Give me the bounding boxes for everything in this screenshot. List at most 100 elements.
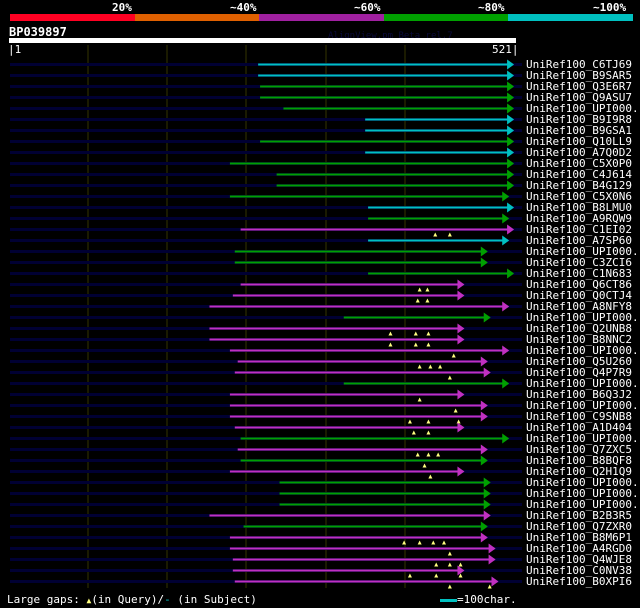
hit-label[interactable]: UniRef100_A9RQW9 <box>526 213 632 224</box>
hit-arrow <box>488 543 496 554</box>
hit-label[interactable]: UniRef100_B9GSA1 <box>526 125 632 136</box>
hit-arrow <box>491 576 499 587</box>
query-gap-marker <box>447 562 452 567</box>
hit-label[interactable]: UniRef100_UPI000.. <box>526 477 640 488</box>
hit-label[interactable]: UniRef100_UPI000.. <box>526 345 640 356</box>
hit-label[interactable]: UniRef100_C9SNB8 <box>526 411 632 422</box>
hit-label[interactable]: UniRef100_UPI000.. <box>526 433 640 444</box>
hit-label[interactable]: UniRef100_Q10LL9 <box>526 136 632 147</box>
hit-arrow <box>483 510 491 521</box>
hit-label[interactable]: UniRef100_Q4P7R9 <box>526 367 632 378</box>
hit-label[interactable]: UniRef100_Q4WJE8 <box>526 554 632 565</box>
hit-label[interactable]: UniRef100_B8NNC2 <box>526 334 632 345</box>
hit-arrow <box>507 268 515 279</box>
hit-arrow <box>457 565 465 576</box>
hit-label[interactable]: UniRef100_A4RGD0 <box>526 543 632 554</box>
hit-arrow <box>480 521 488 532</box>
gap-legend-query: (in Query)/ <box>91 593 165 606</box>
hit-label[interactable]: UniRef100_C3ZCI6 <box>526 257 632 268</box>
hit-arrow <box>502 345 510 356</box>
query-gap-marker <box>388 342 393 347</box>
hit-label[interactable]: UniRef100_C4J614 <box>526 169 632 180</box>
hit-label[interactable]: UniRef100_UPI000.. <box>526 246 640 257</box>
hit-label[interactable]: UniRef100_UPI000.. <box>526 378 640 389</box>
hit-label[interactable]: UniRef100_UPI000.. <box>526 103 640 114</box>
query-gap-marker <box>453 408 458 413</box>
hit-label[interactable]: UniRef100_C1EI02 <box>526 224 632 235</box>
hit-arrow <box>480 400 488 411</box>
hit-label[interactable]: UniRef100_C1N683 <box>526 268 632 279</box>
hit-arrow <box>502 235 510 246</box>
hit-arrow <box>483 312 491 323</box>
hit-label[interactable]: UniRef100_Q3E6R7 <box>526 81 632 92</box>
query-gap-marker <box>447 551 452 556</box>
hit-label[interactable]: UniRef100_UPI000.. <box>526 312 640 323</box>
query-gap-marker <box>417 540 422 545</box>
hit-label[interactable]: UniRef100_A7SP60 <box>526 235 632 246</box>
hit-label[interactable]: UniRef100_Q9ASU7 <box>526 92 632 103</box>
hit-label[interactable]: UniRef100_B8BQF8 <box>526 455 632 466</box>
hit-label[interactable]: UniRef100_UPI000.. <box>526 400 640 411</box>
hit-label[interactable]: UniRef100_UPI000.. <box>526 488 640 499</box>
query-gap-marker <box>426 419 431 424</box>
hit-label[interactable]: UniRef100_B2B3R5 <box>526 510 632 521</box>
hit-arrow <box>483 488 491 499</box>
query-gap-marker <box>441 540 446 545</box>
hit-arrow <box>480 411 488 422</box>
query-gap-marker <box>434 573 439 578</box>
scale-legend-text: =100char. <box>457 593 517 606</box>
query-gap-marker <box>415 298 420 303</box>
hit-arrow <box>507 169 515 180</box>
subject-gap-icon: - <box>164 593 171 606</box>
query-gap-marker <box>425 298 430 303</box>
hit-label[interactable]: UniRef100_A7Q0D2 <box>526 147 632 158</box>
query-gap-marker <box>413 331 418 336</box>
query-gap-marker <box>436 452 441 457</box>
hit-label[interactable]: UniRef100_C0NV38 <box>526 565 632 576</box>
hit-arrow <box>480 532 488 543</box>
hit-label[interactable]: UniRef100_Q2H1Q9 <box>526 466 632 477</box>
hit-arrow <box>480 444 488 455</box>
hit-arrow <box>502 191 510 202</box>
hit-label[interactable]: UniRef100_B9SAR5 <box>526 70 632 81</box>
hit-label[interactable]: UniRef100_B0XPI6 <box>526 576 632 587</box>
hit-arrow <box>507 59 515 70</box>
query-gap-marker <box>434 562 439 567</box>
hit-arrow <box>480 455 488 466</box>
hit-arrow <box>457 466 465 477</box>
hit-label[interactable]: UniRef100_Q6CT86 <box>526 279 632 290</box>
hit-label[interactable]: UniRef100_B9I9R8 <box>526 114 632 125</box>
gap-legend-subject: (in Subject) <box>177 593 257 606</box>
query-gap-marker <box>422 463 427 468</box>
hit-label[interactable]: UniRef100_C5X0P0 <box>526 158 632 169</box>
hit-label[interactable]: UniRef100_Q0CTJ4 <box>526 290 632 301</box>
query-gap-marker <box>447 584 452 589</box>
hit-label[interactable]: UniRef100_Q7ZXC5 <box>526 444 632 455</box>
hit-label[interactable]: UniRef100_UPI000.. <box>526 499 640 510</box>
hit-label[interactable]: UniRef100_Q5U260 <box>526 356 632 367</box>
hit-label[interactable]: UniRef100_A8NFY8 <box>526 301 632 312</box>
query-gap-marker <box>417 287 422 292</box>
hit-label[interactable]: UniRef100_B8LMU0 <box>526 202 632 213</box>
hit-label[interactable]: UniRef100_A1D404 <box>526 422 632 433</box>
hit-label[interactable]: UniRef100_Q7ZXR0 <box>526 521 632 532</box>
hit-arrow <box>502 433 510 444</box>
gap-legend: Large gaps: ▲(in Query)/- (in Subject) <box>7 593 257 606</box>
hit-label[interactable]: UniRef100_B8M6P1 <box>526 532 632 543</box>
query-gap-marker <box>388 331 393 336</box>
hit-arrow <box>488 554 496 565</box>
query-gap-marker <box>426 430 431 435</box>
hit-label[interactable]: UniRef100_C6TJ69 <box>526 59 632 70</box>
hit-label[interactable]: UniRef100_B6Q3J2 <box>526 389 632 400</box>
query-gap-marker <box>428 364 433 369</box>
hit-label[interactable]: UniRef100_Q2UNB8 <box>526 323 632 334</box>
query-gap-marker <box>458 562 463 567</box>
query-gap-marker <box>417 364 422 369</box>
hit-arrow <box>502 213 510 224</box>
query-gap-marker <box>413 342 418 347</box>
query-gap-marker <box>426 452 431 457</box>
hit-label[interactable]: UniRef100_B4G129 <box>526 180 632 191</box>
hit-label[interactable]: UniRef100_C5X0N6 <box>526 191 632 202</box>
query-gap-marker <box>415 452 420 457</box>
hit-arrow <box>457 334 465 345</box>
